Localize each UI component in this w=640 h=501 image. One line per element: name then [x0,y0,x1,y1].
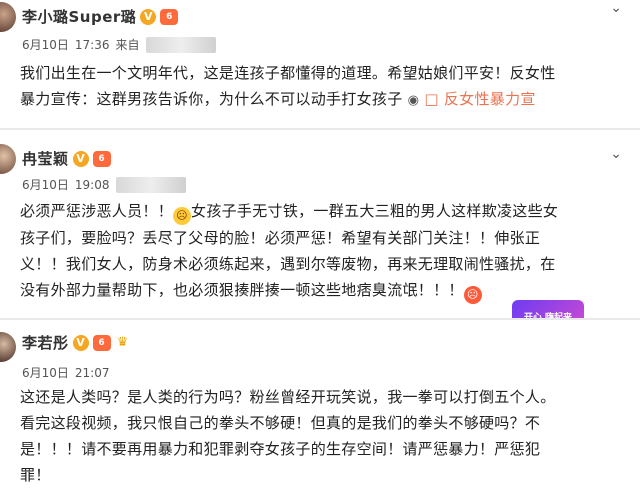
post-li-xiaolu: 李小璐Super璐 V 6 ⌄ 6月10日 17:36 来自 我们出生在一个文明… [0,0,640,128]
chevron-down-icon[interactable]: ⌄ [610,0,622,16]
content-line: 我们出生在一个文明年代，这是连孩子都懂得的道理。希望姑娘们平安！反女性 [20,64,556,82]
blurred-source [145,36,216,53]
content-text: 暴力宣传：这群男孩告诉你，为什么不可以动手打女孩子 [20,90,403,108]
post-ran-yingying: 冉莹颖 V 6 ⌄ 6月10日 19:08 必须严惩涉恶人员！！ ☹ 女孩子手无寸铁… [0,128,640,336]
post-meta: 6月10日 17:36 来自 [22,36,216,53]
verified-icon: V [72,334,89,351]
post-time: 21:07 [74,365,110,380]
post-content: 必须严惩涉恶人员！！ ☹ 女孩子手无寸铁，一群五大三粗的男人这样欺凌这些女 孩子们，… [20,198,626,304]
username[interactable]: 冉莹颖 [22,148,69,169]
author-row: 李小璐Super璐 V 6 [22,6,179,27]
crying-emoji-icon: ☹ [173,207,192,225]
verified-icon: V [140,8,157,25]
author-row: 李若彤 V 6 ♛ [22,332,131,353]
link-icon[interactable]: □ [424,90,438,108]
level-badge: 6 [92,334,111,351]
content-text: 没有外部力量帮助下，也必须狠揍胖揍一顿这些地痞臭流氓！！！ [20,281,464,299]
post-date: 6月10日 [22,38,69,52]
level-badge: 6 [92,150,111,167]
avatar[interactable] [0,2,16,32]
content-line: 暴力宣传：这群男孩告诉你，为什么不可以动手打女孩子 ◉ □ 反女性暴力宣 [20,86,626,114]
angry-emoji-icon: ☹ [463,286,482,304]
level-badge: 6 [160,8,179,25]
content-line: 孩子们，要脸吗？丢尽了父母的脸！必须严惩！希望有关部门关注！！伸张正 [20,229,541,247]
content-line: 必须严惩涉恶人员！！ ☹ 女孩子手无寸铁，一群五大三粗的男人这样欺凌这些女 [20,198,626,225]
weibo-feed: 李小璐Super璐 V 6 ⌄ 6月10日 17:36 来自 我们出生在一个文明… [0,0,640,501]
content-text: 女孩子手无寸铁，一群五大三粗的男人这样欺凌这些女 [191,202,559,220]
content-line: 这还是人类吗？是人类的行为吗？粉丝曾经开玩笑说，我一拳可以打倒五个人。 [20,388,556,406]
post-li-ruotong: 李若彤 V 6 ♛ 6月10日 21:07 这还是人类吗？是人类的行为吗？粉丝曾… [0,318,640,501]
avatar[interactable] [0,144,16,174]
username[interactable]: 李小璐Super璐 [22,6,136,27]
content-line: 义！！我们女人，防身术必须练起来，遇到尔等废物，再来无理取闹性骚扰，在 [20,255,556,273]
post-date: 6月10日 [22,178,69,192]
post-meta: 6月10日 19:08 [22,176,186,193]
content-line: 看完这段视频，我只恨自己的拳头不够硬！但真的是我们的拳头不够硬吗？不 [20,414,541,432]
content-line: 罪！ [20,466,51,484]
post-time: 17:36 [74,37,110,52]
content-text: 必须严惩涉恶人员！！ [20,202,174,220]
crown-icon: ♛ [116,334,129,350]
chevron-down-icon[interactable]: ⌄ [610,146,622,162]
username[interactable]: 李若彤 [22,332,69,353]
post-date: 6月10日 [22,366,69,380]
post-source: 来自 [115,38,140,52]
content-line: 是！！！请不要再用暴力和犯罪剥夺女孩子的生存空间！请严惩暴力！严惩犯 [20,440,541,458]
avatar[interactable] [0,332,16,362]
author-row: 冉莹颖 V 6 [22,148,111,169]
post-content: 我们出生在一个文明年代，这是连孩子都懂得的道理。希望姑娘们平安！反女性 暴力宣传… [20,60,626,114]
camera-icon: ◉ [407,93,420,108]
post-meta: 6月10日 21:07 [22,364,110,381]
blurred-source [115,176,186,193]
video-link[interactable]: 反女性暴力宣 [444,90,536,108]
post-content: 这还是人类吗？是人类的行为吗？粉丝曾经开玩笑说，我一拳可以打倒五个人。 看完这段… [20,384,626,488]
verified-icon: V [72,150,89,167]
post-time: 19:08 [74,177,110,192]
